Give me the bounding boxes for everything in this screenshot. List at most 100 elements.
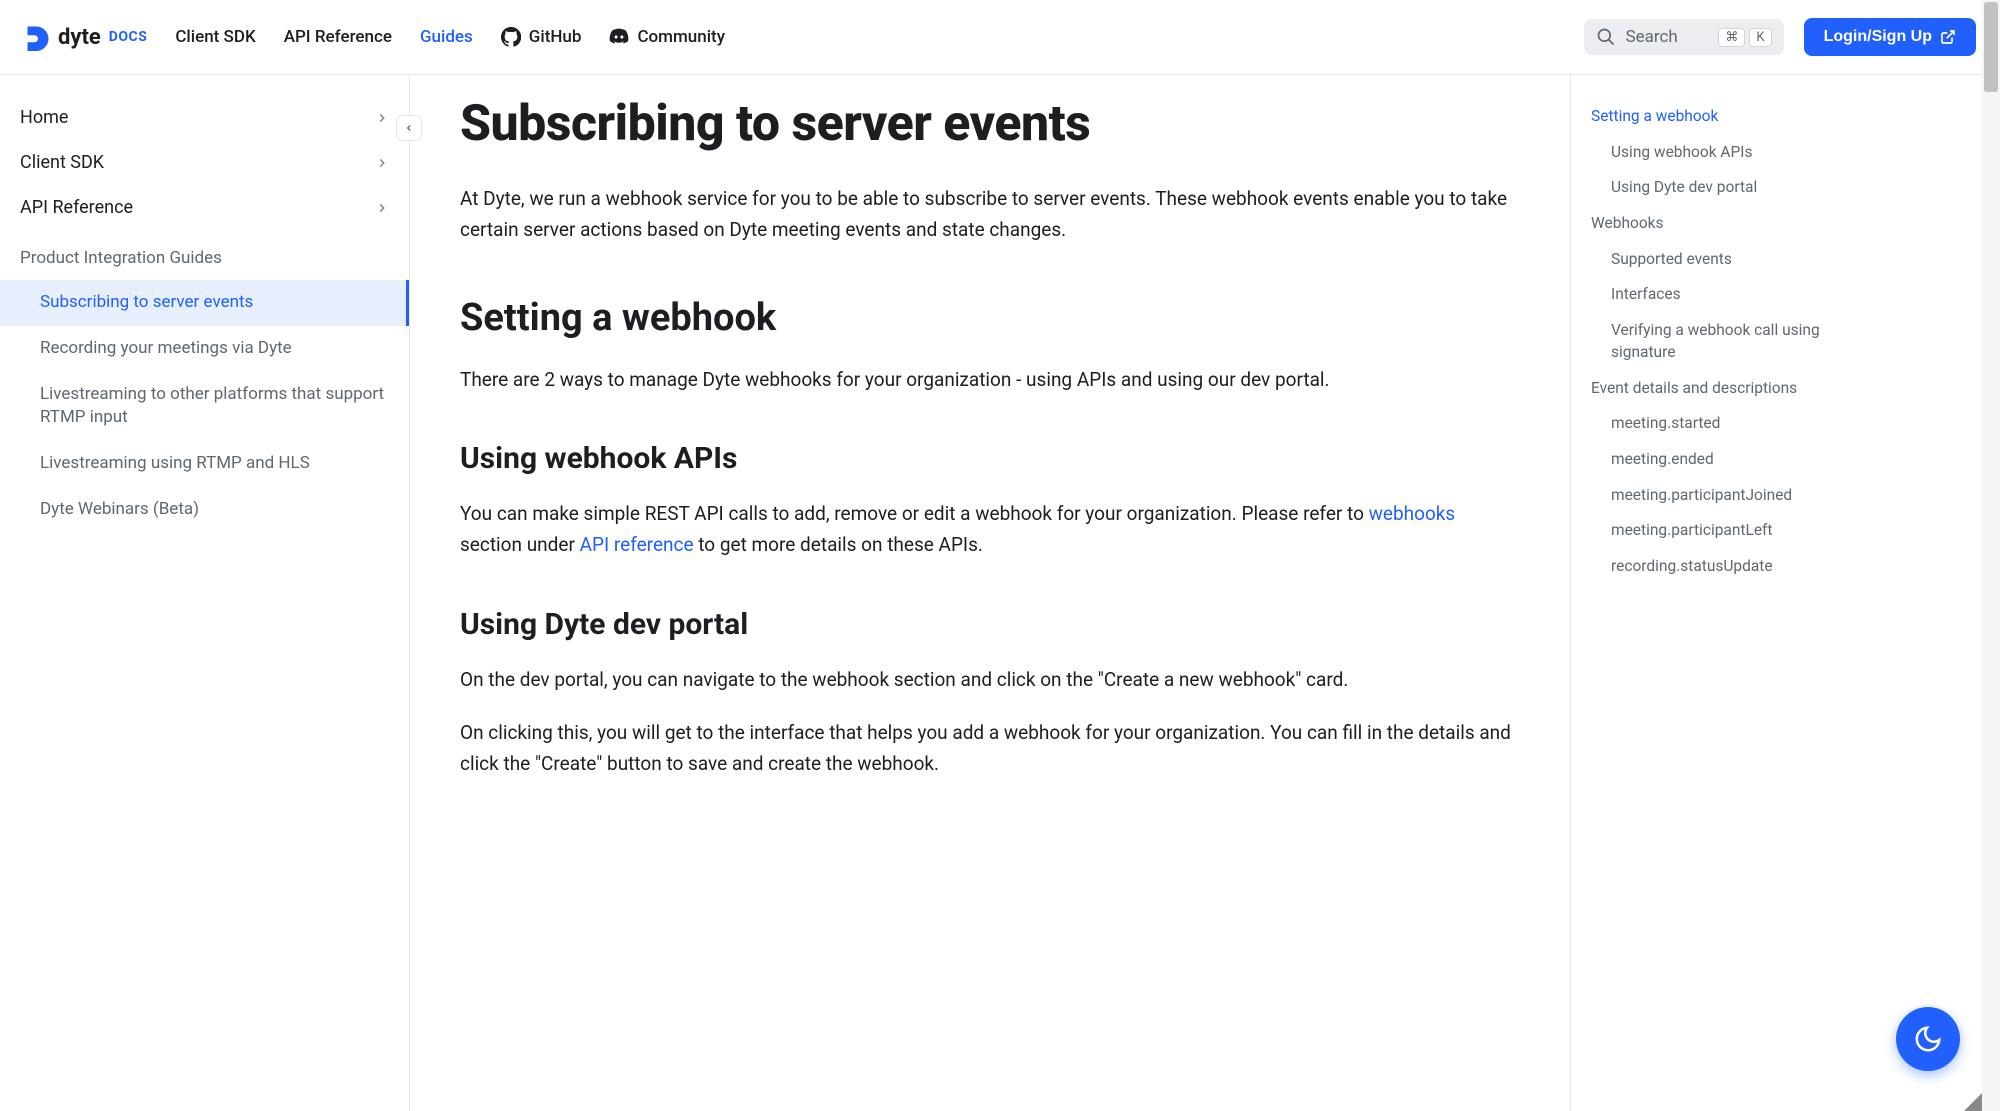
resize-corner-icon	[1964, 1093, 1982, 1111]
sidebar-subitem-webinars[interactable]: Dyte Webinars (Beta)	[0, 487, 409, 533]
kbd-cmd: ⌘	[1718, 28, 1745, 47]
sidebar-subitem-recording[interactable]: Recording your meetings via Dyte	[0, 326, 409, 372]
nav-api-reference[interactable]: API Reference	[284, 27, 392, 47]
logo-text: dyte	[58, 25, 101, 50]
sidebar-item-label: Client SDK	[20, 152, 104, 173]
sidebar-section-label: Product Integration Guides	[20, 248, 222, 268]
toc-item[interactable]: meeting.participantLeft	[1591, 513, 1860, 549]
theme-toggle-button[interactable]	[1896, 1007, 1960, 1071]
header: dyte DOCS Client SDK API Reference Guide…	[0, 0, 2000, 75]
sidebar-section-title: Product Integration Guides	[0, 230, 409, 280]
link-api-reference[interactable]: API reference	[580, 533, 694, 556]
paragraph: On the dev portal, you can navigate to t…	[460, 664, 1520, 695]
toc-item[interactable]: Using Dyte dev portal	[1591, 170, 1860, 206]
heading-setting-webhook: Setting a webhook	[460, 296, 1520, 340]
sidebar-item-home[interactable]: Home	[0, 95, 409, 140]
search-shortcut: ⌘ K	[1718, 28, 1771, 47]
toc-item[interactable]: Interfaces	[1591, 277, 1860, 313]
text: You can make simple REST API calls to ad…	[460, 502, 1369, 525]
logo-icon	[24, 23, 52, 51]
toc-label: meeting.ended	[1611, 450, 1714, 468]
discord-icon	[609, 27, 629, 47]
toc-label: Interfaces	[1611, 285, 1681, 303]
table-of-contents: Setting a webhook Using webhook APIs Usi…	[1570, 75, 1880, 1111]
toc-label: Supported events	[1611, 250, 1732, 268]
logo[interactable]: dyte DOCS	[24, 23, 147, 51]
search-icon	[1596, 27, 1616, 47]
sidebar: Home Client SDK API Reference Product In…	[0, 75, 410, 1111]
toc-label: meeting.started	[1611, 414, 1720, 432]
toc-item[interactable]: recording.statusUpdate	[1591, 549, 1860, 585]
link-webhooks[interactable]: webhooks	[1369, 502, 1456, 525]
toc-label: Verifying a webhook call using signature	[1611, 321, 1820, 361]
toc-item[interactable]: Verifying a webhook call using signature	[1591, 313, 1860, 370]
paragraph: There are 2 ways to manage Dyte webhooks…	[460, 364, 1520, 395]
paragraph: You can make simple REST API calls to ad…	[460, 498, 1520, 561]
nav-label: API Reference	[284, 27, 392, 47]
toc-label: Webhooks	[1591, 214, 1664, 232]
scrollbar-thumb[interactable]	[1984, 2, 1998, 92]
github-icon	[501, 27, 521, 47]
content: Subscribing to server events At Dyte, we…	[410, 75, 2000, 1111]
toc-label: Using Dyte dev portal	[1611, 178, 1757, 196]
sidebar-item-label: API Reference	[20, 197, 133, 218]
kbd-k: K	[1749, 28, 1771, 47]
toc-item[interactable]: meeting.started	[1591, 406, 1860, 442]
toc-label: meeting.participantJoined	[1611, 486, 1792, 504]
toc-item[interactable]: Event details and descriptions	[1591, 371, 1860, 407]
toc-label: meeting.participantLeft	[1611, 521, 1773, 539]
nav-client-sdk[interactable]: Client SDK	[175, 27, 255, 47]
heading-using-webhook-apis: Using webhook APIs	[460, 441, 1520, 476]
moon-icon	[1913, 1024, 1943, 1054]
nav-label: Client SDK	[175, 27, 255, 47]
sidebar-subitem-livestream-rtmp[interactable]: Livestreaming to other platforms that su…	[0, 372, 409, 442]
header-right: Search ⌘ K Login/Sign Up	[1584, 18, 1976, 56]
scrollbar[interactable]	[1982, 0, 2000, 1111]
toc-label: recording.statusUpdate	[1611, 557, 1773, 575]
sidebar-item-api-reference[interactable]: API Reference	[0, 185, 409, 230]
page-title: Subscribing to server events	[460, 95, 1520, 153]
nav-guides[interactable]: Guides	[420, 27, 473, 47]
toc-item[interactable]: Supported events	[1591, 242, 1860, 278]
toc-label: Event details and descriptions	[1591, 379, 1797, 397]
heading-using-dev-portal: Using Dyte dev portal	[460, 607, 1520, 642]
header-left: dyte DOCS Client SDK API Reference Guide…	[24, 23, 725, 51]
search-input[interactable]: Search ⌘ K	[1584, 19, 1784, 55]
toc-item[interactable]: meeting.participantJoined	[1591, 478, 1860, 514]
nav-github[interactable]: GitHub	[501, 27, 582, 47]
text: to get more details on these APIs.	[694, 533, 983, 556]
toc-label: Setting a webhook	[1591, 107, 1718, 125]
toc-label: Using webhook APIs	[1611, 143, 1753, 161]
external-link-icon	[1940, 29, 1956, 45]
login-signup-button[interactable]: Login/Sign Up	[1804, 18, 1976, 56]
chevron-right-icon	[375, 201, 389, 215]
logo-docs: DOCS	[109, 29, 148, 45]
toc-item[interactable]: Webhooks	[1591, 206, 1860, 242]
toc-item[interactable]: meeting.ended	[1591, 442, 1860, 478]
toc-item[interactable]: Setting a webhook	[1591, 99, 1860, 135]
sidebar-subitem-label: Livestreaming using RTMP and HLS	[40, 453, 310, 473]
sidebar-subitem-livestream-hls[interactable]: Livestreaming using RTMP and HLS	[0, 441, 409, 487]
main: Home Client SDK API Reference Product In…	[0, 75, 2000, 1111]
collapse-sidebar-button[interactable]	[396, 115, 422, 141]
chevron-right-icon	[375, 111, 389, 125]
nav-label: Guides	[420, 27, 473, 47]
sidebar-item-client-sdk[interactable]: Client SDK	[0, 140, 409, 185]
article: Subscribing to server events At Dyte, we…	[410, 75, 1570, 1111]
sidebar-subitem-subscribing[interactable]: Subscribing to server events	[0, 280, 409, 326]
sidebar-subitem-label: Livestreaming to other platforms that su…	[40, 384, 384, 428]
sidebar-subitem-label: Subscribing to server events	[40, 292, 253, 312]
sidebar-subitem-label: Recording your meetings via Dyte	[40, 338, 292, 358]
text: section under	[460, 533, 580, 556]
top-nav: Client SDK API Reference Guides GitHub C…	[175, 27, 725, 47]
chevron-right-icon	[375, 156, 389, 170]
toc-item[interactable]: Using webhook APIs	[1591, 135, 1860, 171]
login-label: Login/Sign Up	[1824, 28, 1932, 46]
nav-label: Community	[637, 27, 725, 47]
sidebar-item-label: Home	[20, 107, 68, 128]
chevron-left-icon	[404, 123, 414, 133]
nav-community[interactable]: Community	[609, 27, 725, 47]
sidebar-subitem-label: Dyte Webinars (Beta)	[40, 499, 199, 519]
intro-paragraph: At Dyte, we run a webhook service for yo…	[460, 183, 1520, 246]
paragraph: On clicking this, you will get to the in…	[460, 717, 1520, 780]
